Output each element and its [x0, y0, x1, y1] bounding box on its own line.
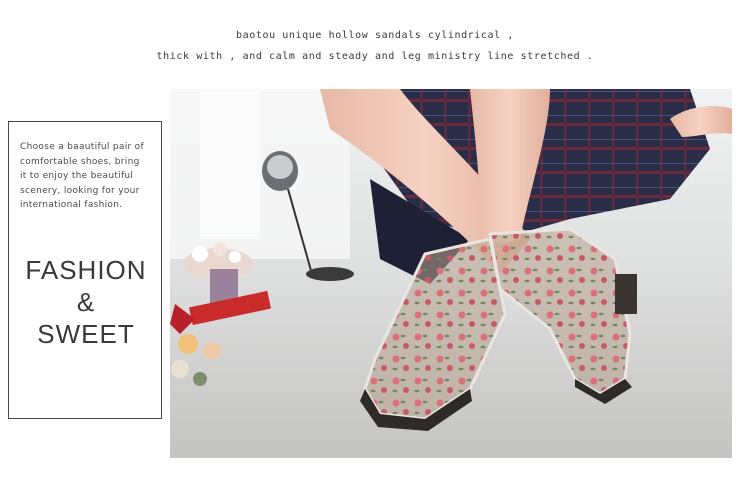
product-photo	[170, 89, 732, 458]
caption-line-2: thick with , and calm and steady and leg…	[156, 51, 594, 62]
description-line: it to enjoy the beautiful	[20, 171, 134, 181]
description-card: Choose a baautiful pair of comfortable s…	[8, 121, 162, 419]
description-line: international fashion.	[20, 200, 123, 210]
description-line: Choose a baautiful pair of	[20, 142, 144, 152]
card-headline: FASHION & SWEET	[9, 254, 163, 350]
caption-line-1: baotou unique hollow sandals cylindrical…	[235, 30, 515, 41]
description-line: comfortable shoes, bring	[20, 156, 140, 167]
headline-line: SWEET	[37, 319, 135, 349]
card-description: Choose a baautiful pair of comfortable s…	[20, 140, 160, 213]
headline-line: FASHION	[25, 255, 147, 285]
description-line: scenery, looking for your	[20, 185, 140, 196]
headline-line: &	[76, 287, 96, 317]
